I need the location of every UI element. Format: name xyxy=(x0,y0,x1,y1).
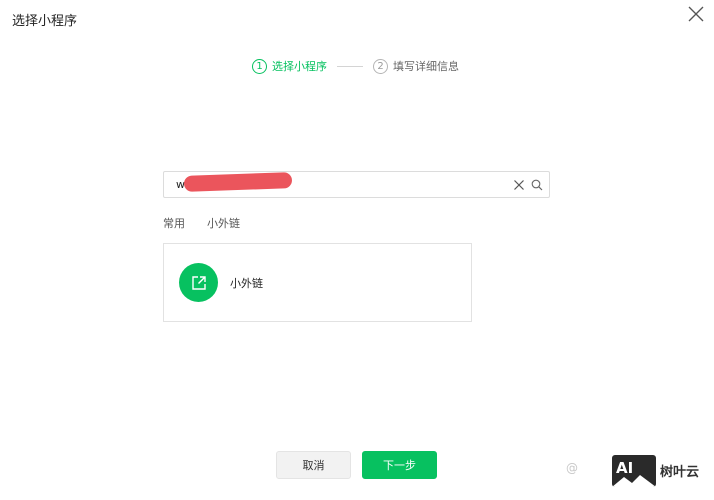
app-name: 小外链 xyxy=(230,276,263,290)
step-connector xyxy=(337,65,363,67)
step-label: 选择小程序 xyxy=(272,60,327,73)
watermark-text: 树叶云 xyxy=(660,465,700,480)
close-button[interactable] xyxy=(686,4,706,24)
tab-xiaowailian[interactable]: 小外链 xyxy=(207,215,240,231)
watermark-handle: @ xyxy=(566,461,578,475)
step-number: 2 xyxy=(373,58,388,74)
step-label: 填写详细信息 xyxy=(393,60,459,73)
cancel-button[interactable]: 取消 xyxy=(276,451,351,479)
watermark-logo: AI xyxy=(612,455,656,487)
dialog-title: 选择小程序 xyxy=(12,14,78,29)
mountain-icon xyxy=(612,475,656,487)
tab-common[interactable]: 常用 xyxy=(163,215,185,231)
step-2: 2 填写详细信息 xyxy=(373,58,459,74)
external-link-icon xyxy=(191,275,206,290)
close-icon xyxy=(688,6,704,22)
mini-program-card[interactable]: 小外链 xyxy=(163,243,472,322)
app-avatar xyxy=(179,263,218,302)
tab-bar: 常用 小外链 xyxy=(163,215,262,231)
step-number: 1 xyxy=(252,58,267,74)
clear-icon[interactable] xyxy=(513,179,525,191)
step-1: 1 选择小程序 xyxy=(252,58,327,74)
search-icon[interactable] xyxy=(531,179,543,191)
next-button[interactable]: 下一步 xyxy=(362,451,437,479)
stepper: 1 选择小程序 2 填写详细信息 xyxy=(252,57,459,75)
